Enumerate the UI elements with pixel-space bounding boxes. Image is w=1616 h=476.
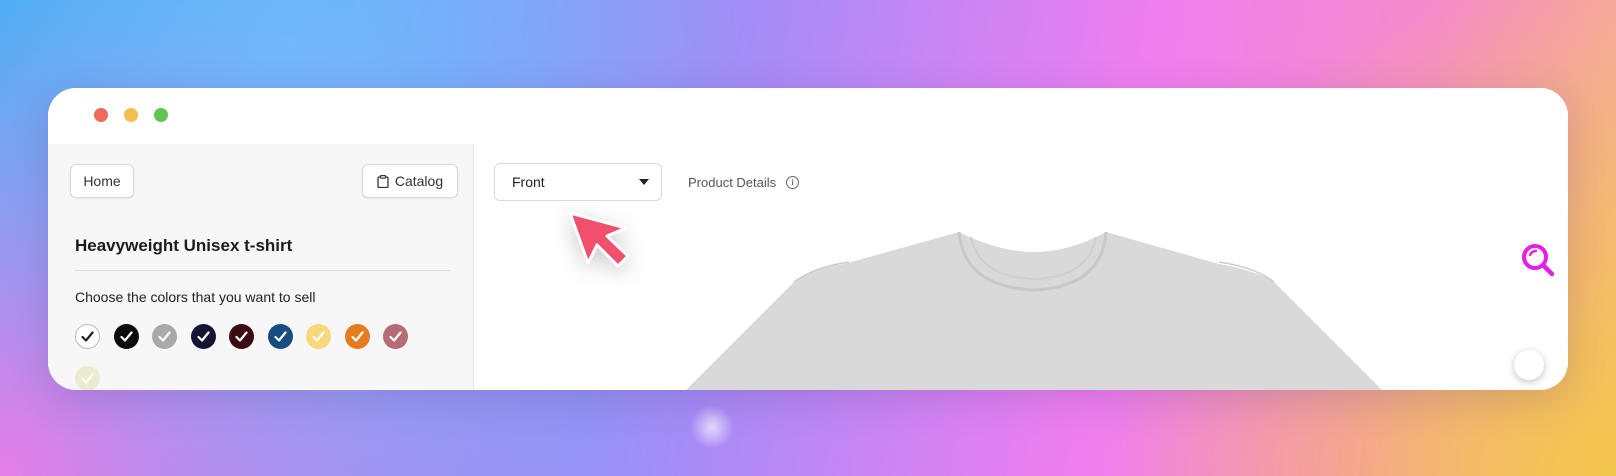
checkmark-icon — [120, 331, 133, 342]
tshirt-preview-image — [686, 232, 1382, 390]
checkmark-icon — [81, 331, 94, 342]
catalog-button-label: Catalog — [394, 173, 444, 189]
checkmark-icon — [197, 331, 210, 342]
color-swatch[interactable] — [268, 324, 293, 349]
checkmark-icon — [81, 373, 94, 384]
sidebar: Home Catalog Heavyweight Unisex t-shirt … — [48, 144, 474, 390]
color-swatch[interactable] — [306, 324, 331, 349]
color-swatch[interactable] — [152, 324, 177, 349]
color-swatch[interactable] — [75, 366, 100, 390]
toggle-knob[interactable] — [1514, 350, 1544, 380]
checkmark-icon — [158, 331, 171, 342]
checkmark-icon — [235, 331, 248, 342]
color-swatch[interactable] — [114, 324, 139, 349]
view-select[interactable]: Front — [494, 163, 662, 201]
view-select-value: Front — [512, 174, 545, 190]
product-details-label: Product Details — [688, 175, 777, 190]
clipboard-icon — [377, 174, 389, 188]
checkmark-icon — [351, 331, 364, 342]
title-bar — [48, 88, 1568, 144]
close-window-button[interactable] — [94, 108, 108, 122]
color-swatch[interactable] — [75, 324, 100, 349]
checkmark-icon — [274, 331, 287, 342]
home-button-label: Home — [83, 173, 121, 189]
color-swatch[interactable] — [383, 324, 408, 349]
cursor-arrow-icon — [568, 211, 630, 268]
color-swatch[interactable] — [229, 324, 254, 349]
home-button[interactable]: Home — [70, 164, 134, 198]
divider — [75, 270, 451, 271]
background-glow — [690, 405, 734, 449]
minimize-window-button[interactable] — [124, 108, 138, 122]
colors-prompt: Choose the colors that you want to sell — [75, 289, 316, 305]
color-swatch[interactable] — [191, 324, 216, 349]
checkmark-icon — [312, 331, 325, 342]
checkmark-icon — [389, 331, 402, 342]
info-icon: i — [786, 176, 800, 189]
catalog-button[interactable]: Catalog — [362, 164, 458, 198]
product-preview-panel: Front Product Details i — [474, 144, 1568, 390]
chevron-down-icon — [639, 179, 649, 185]
search-icon[interactable] — [1520, 242, 1556, 278]
app-window: Home Catalog Heavyweight Unisex t-shirt … — [48, 88, 1568, 390]
color-swatch[interactable] — [345, 324, 370, 349]
product-details-link[interactable]: Product Details i — [688, 175, 800, 190]
product-title: Heavyweight Unisex t-shirt — [75, 236, 293, 255]
zoom-window-button[interactable] — [154, 108, 168, 122]
